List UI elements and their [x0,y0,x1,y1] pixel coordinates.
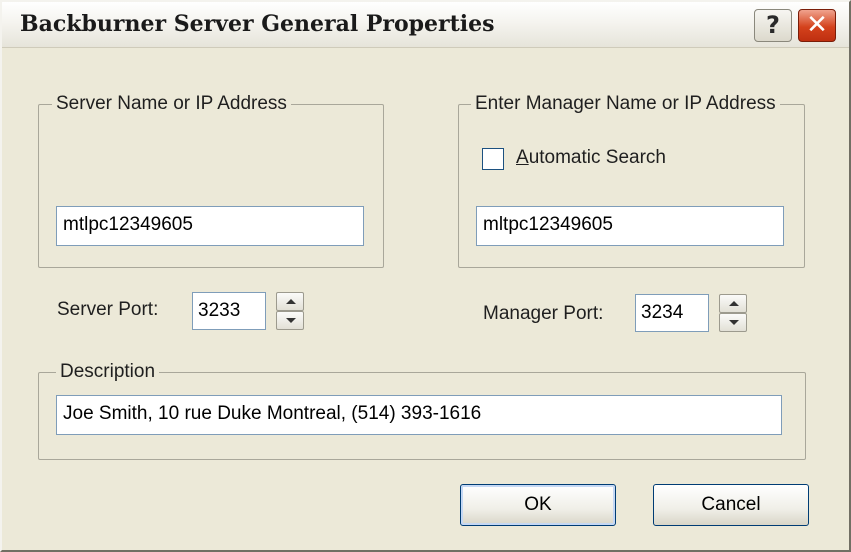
cancel-button[interactable]: Cancel [653,484,809,526]
automatic-search-label[interactable]: Automatic Search [516,147,666,169]
close-button[interactable]: ✕ [798,9,836,42]
description-input[interactable]: Joe Smith, 10 rue Duke Montreal, (514) 3… [56,395,782,435]
manager-name-input[interactable]: mltpc12349605 [476,206,784,246]
server-port-input[interactable]: 3233 [192,292,266,330]
manager-port-down-arrow-icon[interactable] [719,313,747,332]
manager-port-spinner[interactable]: 3234 [635,294,749,332]
ok-button[interactable]: OK [460,484,616,526]
manager-name-legend: Enter Manager Name or IP Address [471,93,780,115]
server-name-input[interactable]: mtlpc12349605 [56,206,364,246]
automatic-search-label-text: utomatic Search [528,147,666,168]
manager-port-up-arrow-icon[interactable] [719,294,747,313]
automatic-search-checkbox[interactable] [482,148,504,170]
server-name-legend: Server Name or IP Address [52,93,291,115]
automatic-search-access-key: A [516,147,529,168]
server-port-up-arrow-icon[interactable] [276,292,304,311]
manager-port-spin-buttons[interactable] [719,294,747,332]
title-bar[interactable]: Backburner Server General Properties ? ✕ [2,2,849,48]
window-title: Backburner Server General Properties [20,11,495,37]
server-port-spinner[interactable]: 3233 [192,292,306,330]
dialog-window: Backburner Server General Properties ? ✕… [0,0,851,552]
manager-port-label: Manager Port: [483,303,604,324]
server-port-spin-buttons[interactable] [276,292,304,330]
close-icon: ✕ [806,10,828,40]
help-icon: ? [766,11,780,39]
description-legend: Description [56,361,160,383]
server-port-label: Server Port: [57,299,159,320]
manager-port-input[interactable]: 3234 [635,294,709,332]
server-port-down-arrow-icon[interactable] [276,311,304,330]
help-button[interactable]: ? [754,9,792,42]
